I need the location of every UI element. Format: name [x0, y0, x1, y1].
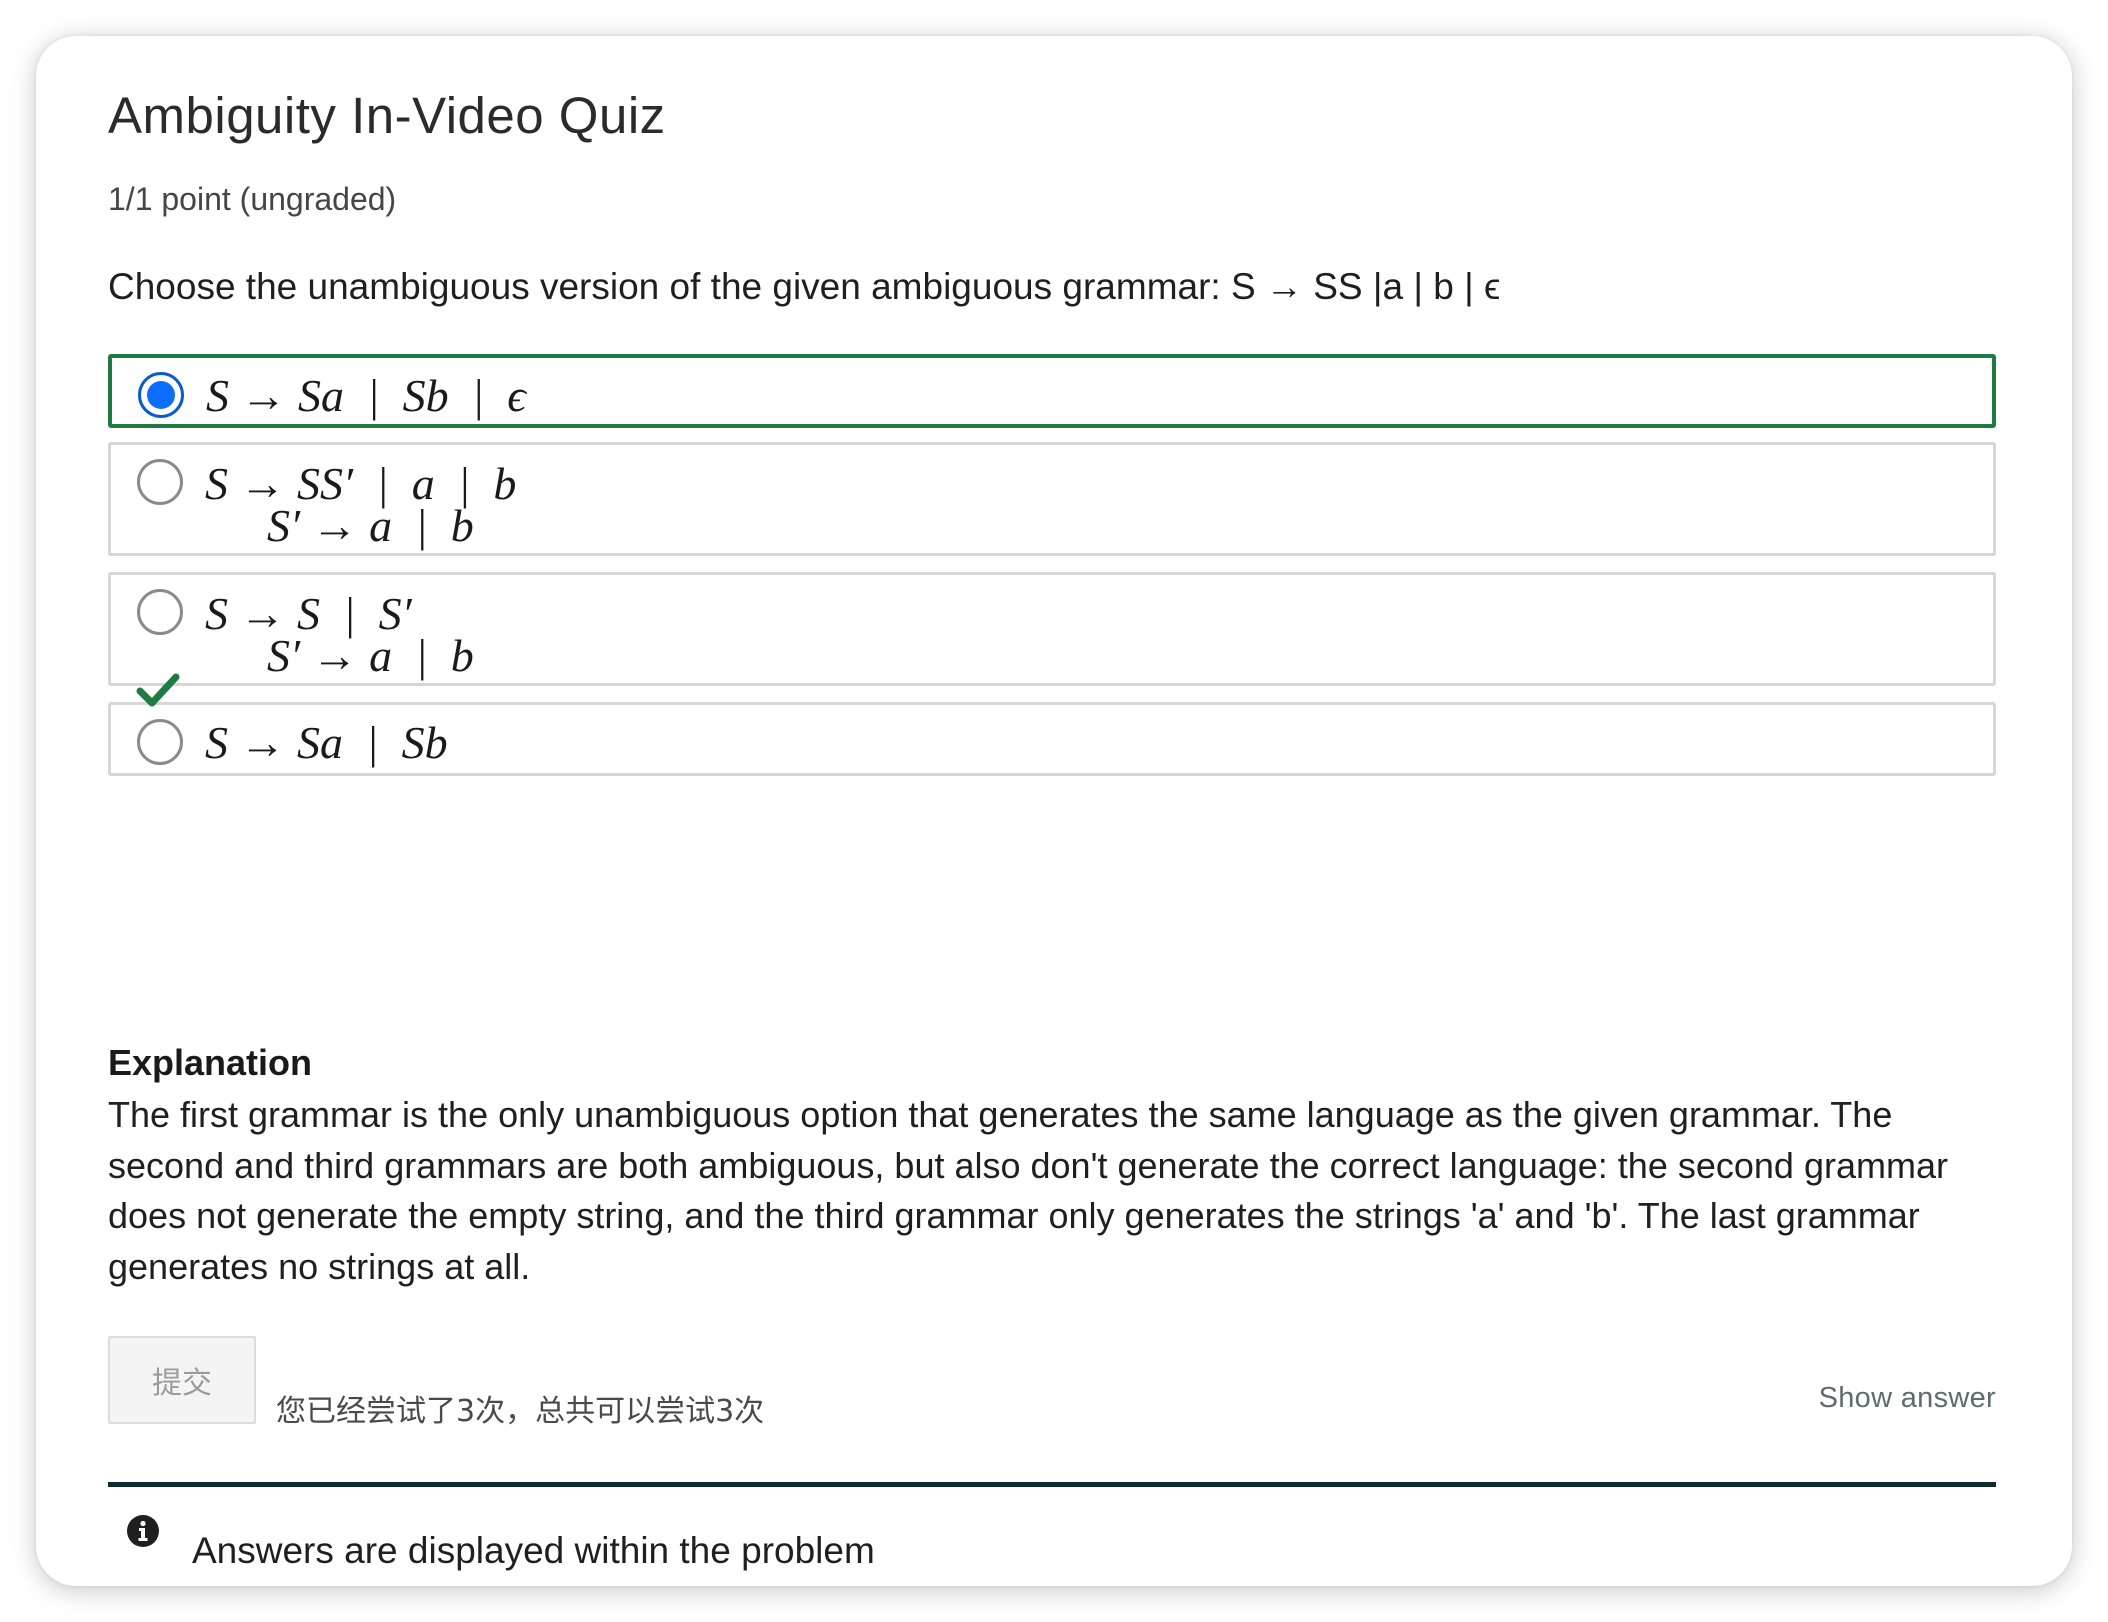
option-2-grammar-line2: S′ → a | b [267, 500, 474, 551]
option-2[interactable]: S → SS′ | a | b S′ → a | b [108, 442, 1996, 556]
option-1-grammar: S → Sa | Sb | ϵ [206, 370, 526, 421]
notification-divider [108, 1482, 1996, 1487]
option-1-radio[interactable] [138, 372, 184, 418]
attempts-text: 您已经尝试了3次，总共可以尝试3次 [276, 1394, 765, 1429]
problem-card: Ambiguity In-Video Quiz 1/1 point (ungra… [36, 36, 2072, 1586]
explanation-text: The first grammar is the only unambiguou… [108, 1094, 1948, 1287]
option-2-radio[interactable] [137, 459, 183, 505]
checkmark-icon [136, 673, 180, 707]
explanation-heading: Explanation [108, 1042, 313, 1083]
option-3-radio[interactable] [137, 589, 183, 635]
submit-button[interactable]: 提交 [108, 1336, 256, 1424]
option-3-grammar-line2: S′ → a | b [267, 630, 474, 681]
info-icon [127, 1515, 159, 1547]
problem-title: Ambiguity In-Video Quiz [108, 87, 666, 144]
option-3[interactable]: S → S | S′ S′ → a | b [108, 572, 1996, 686]
question-text: Choose the unambiguous version of the gi… [108, 266, 1501, 307]
option-1[interactable]: S → Sa | Sb | ϵ [108, 354, 1996, 428]
notice-text: Answers are displayed within the problem [192, 1530, 875, 1571]
problem-points: 1/1 point (ungraded) [108, 181, 397, 217]
problem-content: Ambiguity In-Video Quiz 1/1 point (ungra… [108, 36, 1996, 1586]
option-4[interactable]: S → Sa | Sb [108, 702, 1996, 776]
option-4-radio[interactable] [137, 719, 183, 765]
show-answer-button[interactable]: Show answer [1819, 1382, 1996, 1415]
option-4-grammar: S → Sa | Sb [205, 717, 448, 768]
